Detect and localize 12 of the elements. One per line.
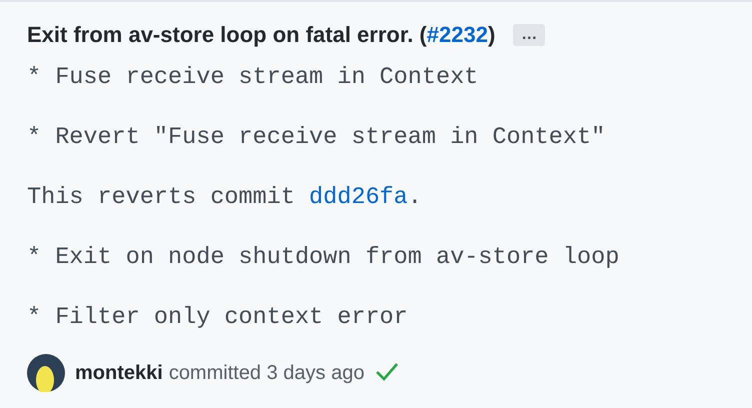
commit-time: committed 3 days ago	[168, 362, 364, 384]
more-button[interactable]: …	[513, 24, 546, 46]
message-line: * Fuse receive stream in Context	[27, 63, 480, 93]
message-line: * Revert "Fuse receive stream in Context"	[27, 123, 606, 153]
message-line: This reverts commit ddd26fa.	[27, 183, 423, 213]
commit-link[interactable]: ddd26fa	[309, 184, 408, 211]
commit-title: Exit from av-store loop on fatal error. (#2232)	[27, 22, 496, 48]
avatar-icon	[27, 354, 65, 392]
author-name[interactable]: montekki	[75, 362, 163, 384]
message-line: * Filter only context error	[27, 303, 409, 333]
pr-link[interactable]: #2232	[426, 22, 488, 47]
message-line: * Exit on node shutdown from av-store loop	[27, 243, 620, 273]
